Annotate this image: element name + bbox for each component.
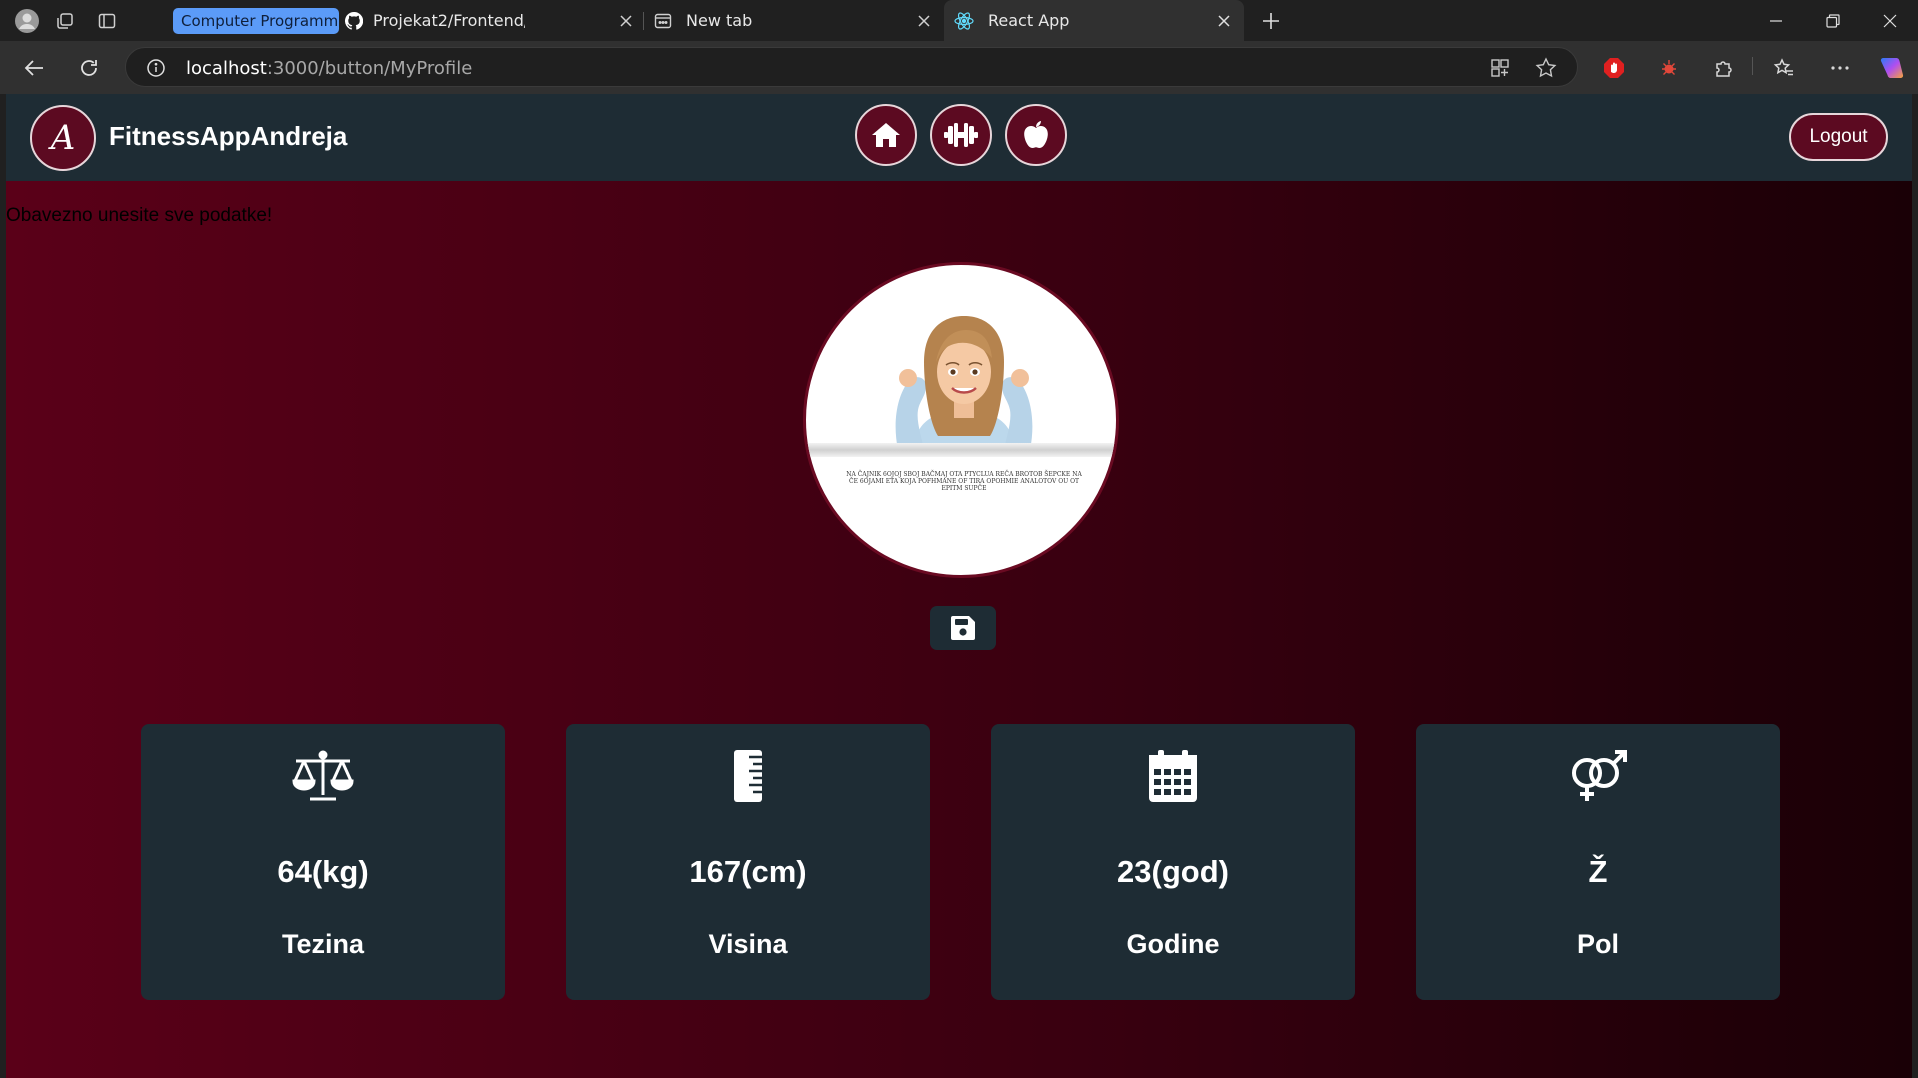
calendar-icon — [991, 748, 1355, 804]
extensions-icon[interactable] — [1710, 54, 1738, 82]
weight-label: Tezina — [281, 929, 364, 959]
page-viewport: A FitnessAppAndreja Logout Obavezno unes… — [6, 94, 1912, 1078]
restore-icon[interactable] — [1805, 0, 1861, 41]
tab-github[interactable]: Projekat2/Frontend/fitness-app-fr — [345, 0, 527, 41]
height-label: Visina — [708, 929, 788, 959]
gender-value: Ž — [1588, 854, 1608, 889]
age-value: 23(god) — [1117, 854, 1229, 889]
vertical-tabs-icon[interactable] — [94, 8, 120, 34]
close-icon[interactable] — [616, 11, 636, 31]
browser-tab-bar: Computer Programmir Projekat2/Frontend/f… — [0, 0, 1918, 41]
save-button[interactable] — [930, 606, 996, 650]
tab-separator — [643, 12, 644, 30]
app-available-icon[interactable] — [1488, 56, 1512, 80]
nav-nutrition-button[interactable] — [1005, 104, 1067, 166]
logo-letter: A — [50, 118, 76, 158]
tab-title: New tab — [686, 11, 753, 30]
github-icon — [345, 11, 363, 30]
adblock-extension-icon[interactable] — [1600, 54, 1628, 82]
validation-message: Obavezno unesite sve podatke! — [6, 205, 273, 226]
new-tab-plus-icon[interactable] — [1258, 8, 1284, 34]
nav-home-button[interactable] — [855, 104, 917, 166]
brand-name[interactable]: FitnessAppAndreja — [109, 121, 347, 152]
logout-button[interactable]: Logout — [1789, 113, 1888, 161]
image-divider — [806, 443, 1116, 457]
memoji-avatar-image — [895, 316, 1033, 450]
close-icon[interactable] — [1214, 11, 1234, 31]
window-close-icon[interactable] — [1862, 0, 1918, 41]
ruler-icon — [566, 748, 930, 804]
tab-react-app[interactable]: React App — [944, 0, 1244, 41]
gender-label: Pol — [1576, 929, 1619, 959]
app-logo[interactable]: A — [30, 105, 96, 171]
height-value: 167(cm) — [689, 854, 807, 889]
address-bar[interactable]: localhost:3000/button/MyProfile — [125, 47, 1578, 87]
more-menu-icon[interactable] — [1826, 54, 1854, 82]
profile-picture[interactable]: NA ČAJNIK 6OJOJ SBOJ BAČMAJ OTA PTYCLUA … — [803, 262, 1119, 578]
gender-card[interactable]: Ž Pol — [1416, 724, 1780, 1000]
url-host: localhost — [186, 58, 267, 79]
back-icon[interactable] — [18, 52, 50, 84]
nav-workout-button[interactable] — [930, 104, 992, 166]
favorite-star-icon[interactable] — [1534, 56, 1558, 80]
height-card[interactable]: 167(cm) Visina — [566, 724, 930, 1000]
close-icon[interactable] — [914, 11, 934, 31]
image-caption: NA ČAJNIK 6OJOJ SBOJ BAČMAJ OTA PTYCLUA … — [846, 471, 1082, 492]
minimize-icon[interactable] — [1748, 0, 1804, 41]
react-icon — [954, 11, 974, 31]
toolbar-separator — [1752, 57, 1753, 75]
site-info-icon[interactable] — [144, 56, 168, 80]
tab-title: React App — [988, 11, 1070, 30]
floppy-disk-icon — [950, 615, 976, 641]
refresh-icon[interactable] — [73, 52, 105, 84]
profile-avatar-icon[interactable] — [14, 8, 40, 34]
app-header: A FitnessAppAndreja Logout — [6, 94, 1912, 181]
new-tab-icon — [654, 12, 672, 30]
weight-card[interactable]: 64(kg) Tezina — [141, 724, 505, 1000]
dumbbell-icon — [944, 122, 978, 148]
url-text[interactable]: localhost:3000/button/MyProfile — [186, 58, 472, 79]
favorites-icon[interactable] — [1770, 54, 1798, 82]
workspaces-icon[interactable] — [52, 8, 78, 34]
home-icon — [871, 121, 901, 149]
tab-group-chip[interactable]: Computer Programmir — [173, 8, 339, 34]
apple-icon — [1022, 120, 1050, 150]
bug-extension-icon[interactable] — [1655, 54, 1683, 82]
tab-new-tab[interactable]: New tab — [654, 0, 934, 41]
tab-title: Projekat2/Frontend/fitness-app-fr — [373, 11, 525, 30]
scale-icon — [141, 748, 505, 804]
age-label: Godine — [1126, 929, 1220, 959]
age-card[interactable]: 23(god) Godine — [991, 724, 1355, 1000]
copilot-icon[interactable] — [1878, 54, 1906, 82]
gender-icon — [1416, 748, 1780, 804]
weight-value: 64(kg) — [277, 854, 369, 889]
url-path: :3000/button/MyProfile — [266, 58, 473, 79]
browser-toolbar: localhost:3000/button/MyProfile — [0, 41, 1918, 94]
